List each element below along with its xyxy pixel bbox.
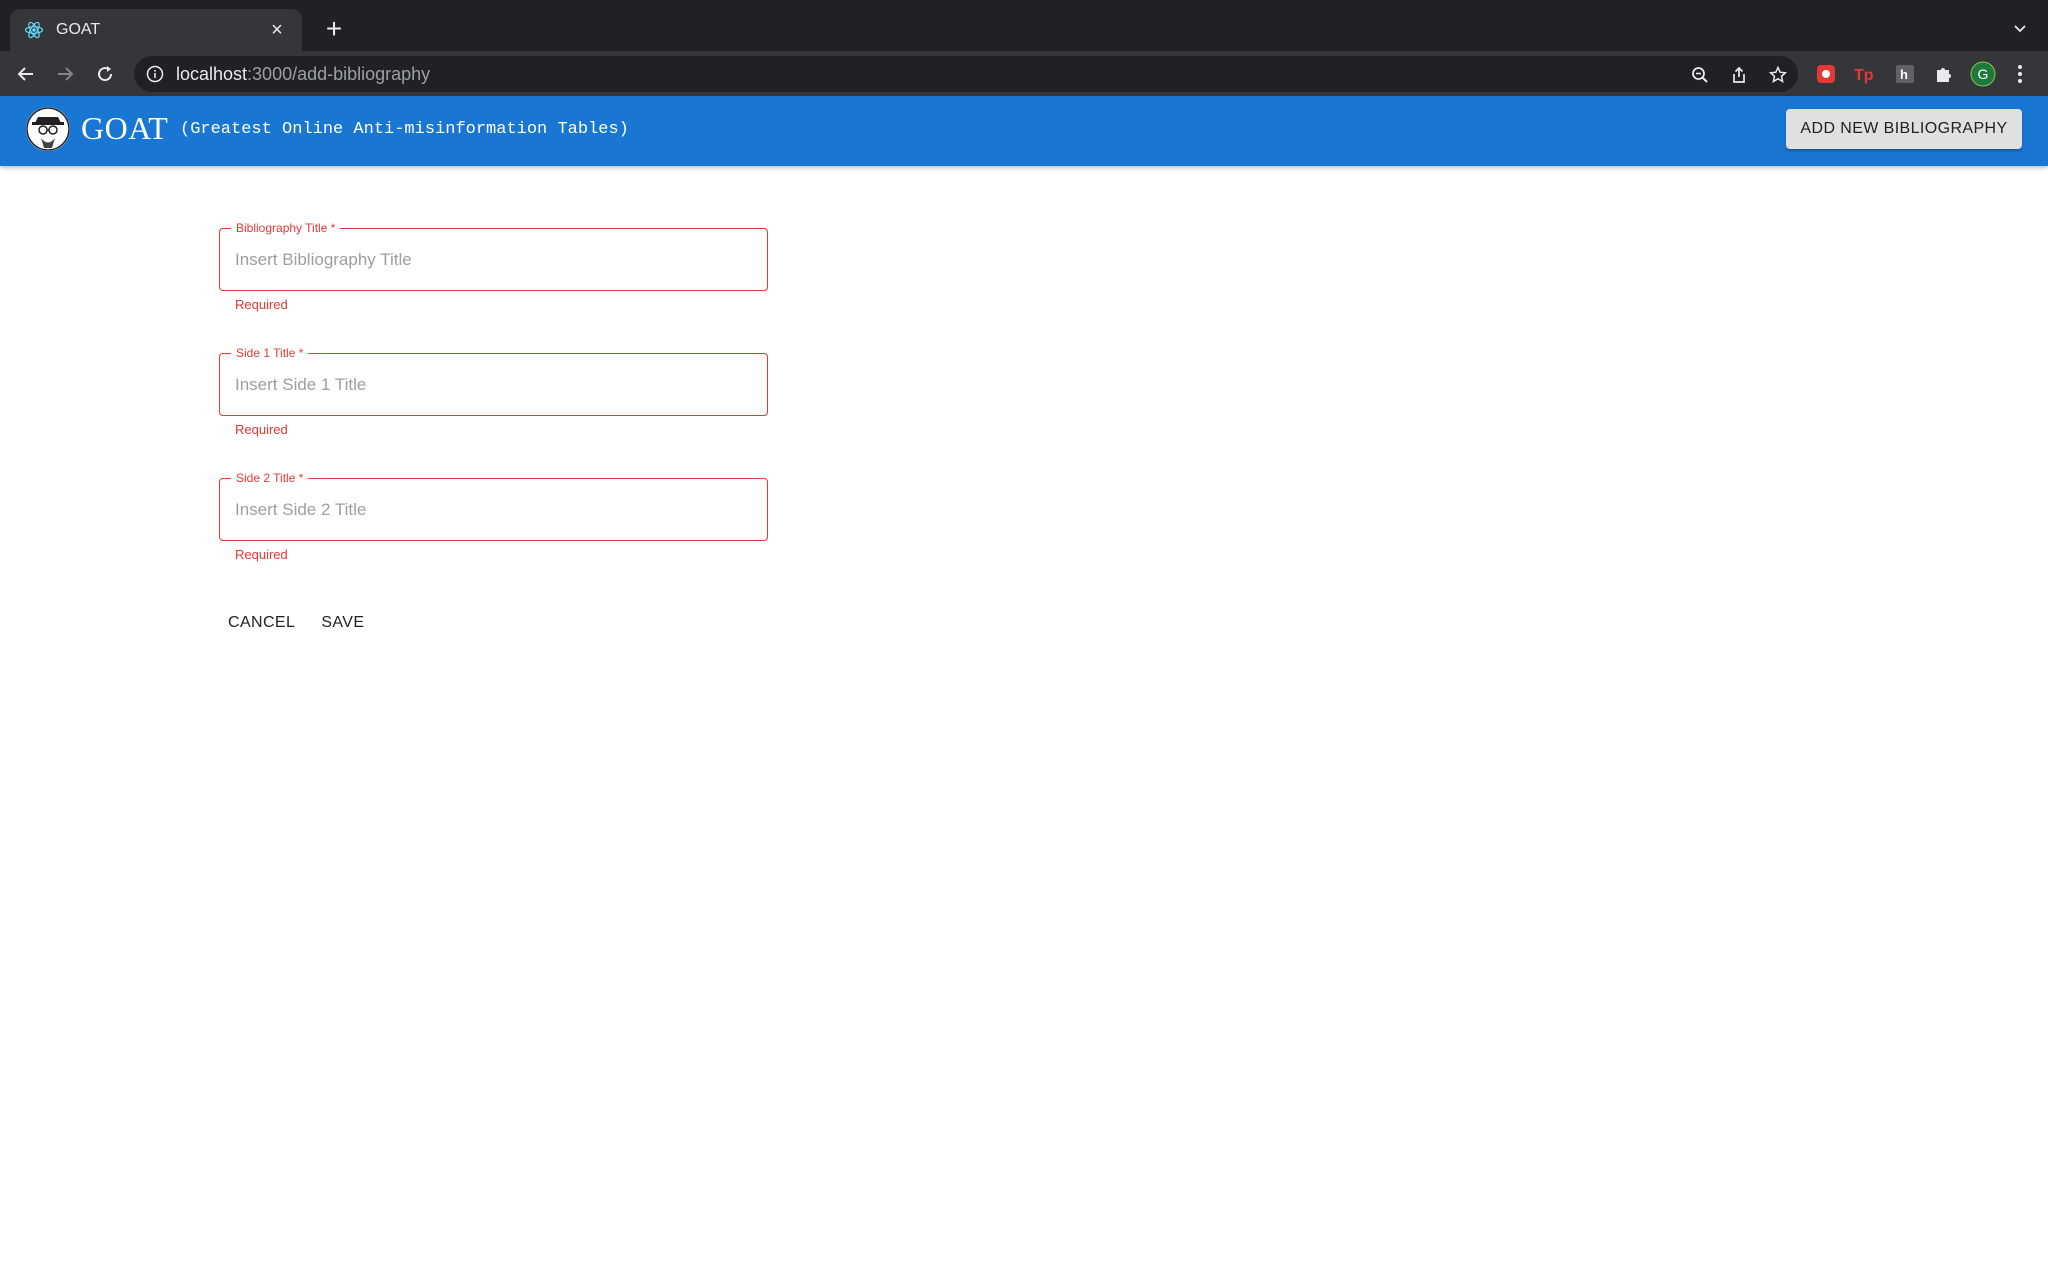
tab-title: GOAT	[56, 21, 101, 38]
side-2-title-outline: Side 2 Title *	[219, 471, 768, 541]
extension-tp-icon[interactable]: Tp	[1851, 60, 1879, 88]
save-button[interactable]: SAVE	[312, 608, 373, 638]
address-bar[interactable]: localhost:3000/add-bibliography	[134, 56, 1798, 92]
browser-toolbar: localhost:3000/add-bibliography Tp h G	[0, 51, 2048, 96]
url-host: localhost	[176, 63, 248, 84]
bookmark-star-icon[interactable]	[1763, 60, 1792, 89]
svg-text:Tp: Tp	[1854, 67, 1874, 84]
zoom-icon[interactable]	[1685, 60, 1714, 89]
form-actions: CANCEL SAVE	[219, 608, 373, 638]
svg-text:h: h	[1900, 67, 1908, 82]
goat-logo-icon[interactable]	[26, 107, 70, 151]
side-1-title-outline: Side 1 Title *	[219, 346, 768, 416]
side-2-title-label: Side 2 Title *	[231, 471, 309, 485]
cancel-button[interactable]: CANCEL	[219, 608, 304, 638]
tab-search-chevron-icon[interactable]	[2006, 14, 2034, 42]
url-path: :3000/add-bibliography	[247, 63, 431, 84]
extension-red-icon[interactable]	[1812, 60, 1840, 88]
extensions-puzzle-icon[interactable]	[1930, 60, 1958, 88]
side-2-title-error: Required	[235, 547, 288, 562]
browser-menu-kebab-icon[interactable]	[2006, 60, 2034, 88]
side-1-title-field: Side 1 Title * Required	[219, 346, 768, 437]
profile-initial: G	[1977, 66, 1989, 82]
bibliography-title-field: Bibliography Title * Required	[219, 221, 768, 312]
bibliography-title-outline: Bibliography Title *	[219, 221, 768, 291]
new-tab-icon[interactable]: +	[318, 13, 350, 45]
browser-tab-strip: GOAT × +	[0, 0, 2048, 51]
react-favicon-icon	[24, 20, 44, 40]
share-icon[interactable]	[1724, 60, 1753, 89]
back-arrow-icon[interactable]	[11, 59, 41, 89]
side-2-title-input[interactable]	[220, 479, 767, 540]
add-new-bibliography-button[interactable]: ADD NEW BIBLIOGRAPHY	[1786, 109, 2022, 149]
close-tab-icon[interactable]: ×	[266, 19, 288, 41]
profile-avatar[interactable]: G	[1969, 60, 1997, 88]
side-1-title-error: Required	[235, 422, 288, 437]
side-2-title-field: Side 2 Title * Required	[219, 471, 768, 562]
bibliography-title-label: Bibliography Title *	[231, 221, 341, 235]
bibliography-title-error: Required	[235, 297, 288, 312]
side-1-title-label: Side 1 Title *	[231, 346, 309, 360]
site-info-icon[interactable]	[146, 65, 164, 83]
bibliography-title-input[interactable]	[220, 229, 767, 290]
app-header: GOAT (Greatest Online Anti-misinformatio…	[0, 96, 2048, 166]
forward-arrow-icon[interactable]	[50, 59, 80, 89]
side-1-title-input[interactable]	[220, 354, 767, 415]
app-brand[interactable]: GOAT	[81, 110, 168, 147]
browser-tab[interactable]: GOAT ×	[10, 9, 302, 51]
extension-hypothesis-icon[interactable]: h	[1891, 60, 1919, 88]
reload-icon[interactable]	[90, 59, 120, 89]
app-tagline: (Greatest Online Anti-misinformation Tab…	[180, 120, 629, 139]
